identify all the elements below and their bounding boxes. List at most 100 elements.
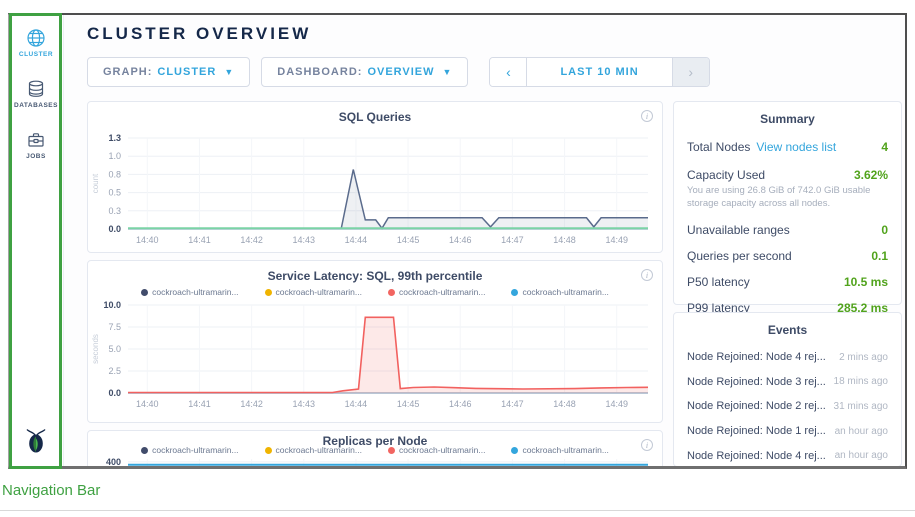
legend-dot-icon: [141, 289, 148, 296]
event-text: Node Rejoined: Node 4 rej...: [687, 351, 826, 363]
capacity-row: Capacity Used 3.62%: [687, 168, 888, 182]
replicas-chart-panel: Replicas per Node i cockroach-ultramarin…: [87, 430, 663, 469]
summary-row: Unavailable ranges 0: [687, 223, 888, 237]
legend-dot-icon: [388, 447, 395, 454]
svg-text:400: 400: [106, 457, 121, 467]
svg-text:2.5: 2.5: [108, 366, 121, 376]
svg-text:14:43: 14:43: [293, 399, 316, 409]
sql-queries-chart: 0.00.30.50.81.01.314:4014:4114:4214:4314…: [88, 126, 660, 248]
event-time: 18 mins ago: [834, 376, 888, 387]
legend-label: cockroach-ultramarin...: [276, 445, 362, 455]
globe-icon: [26, 28, 46, 48]
legend-label: cockroach-ultramarin...: [399, 287, 485, 297]
event-text: Node Rejoined: Node 3 rej...: [687, 376, 826, 388]
info-icon[interactable]: i: [641, 110, 653, 122]
svg-text:14:47: 14:47: [501, 399, 524, 409]
legend-dot-icon: [388, 289, 395, 296]
event-row[interactable]: Node Rejoined: Node 3 rej... 18 mins ago: [687, 370, 888, 395]
controls-row: GRAPH: CLUSTER ▼ DASHBOARD: OVERVIEW ▼ ‹…: [87, 57, 905, 87]
time-next-button[interactable]: ›: [672, 58, 709, 86]
svg-text:14:42: 14:42: [240, 399, 263, 409]
event-time: an hour ago: [835, 450, 888, 461]
legend-item[interactable]: cockroach-ultramarin...: [511, 445, 608, 455]
info-icon[interactable]: i: [641, 269, 653, 281]
app-window: CLUSTER DATABASES: [8, 13, 907, 469]
svg-text:7.5: 7.5: [108, 322, 121, 332]
briefcase-icon: [26, 130, 46, 150]
chart-title: Replicas per Node: [88, 431, 662, 445]
annotation-caption: Navigation Bar: [2, 482, 100, 499]
dashboard-content: SQL Queries i 0.00.30.50.81.01.314:4014:…: [87, 101, 905, 469]
svg-text:14:44: 14:44: [345, 235, 368, 245]
info-icon[interactable]: i: [641, 439, 653, 451]
legend-item[interactable]: cockroach-ultramarin...: [265, 287, 362, 297]
svg-text:14:44: 14:44: [345, 399, 368, 409]
service-latency-chart-panel: Service Latency: SQL, 99th percentile i …: [87, 260, 663, 423]
cockroachdb-logo[interactable]: [22, 428, 50, 459]
legend-dot-icon: [141, 447, 148, 454]
total-nodes-row: Total NodesView nodes list 4: [687, 140, 888, 154]
dashboard-dropdown[interactable]: DASHBOARD: OVERVIEW ▼: [261, 57, 468, 87]
legend-item[interactable]: cockroach-ultramarin...: [388, 445, 485, 455]
legend-item[interactable]: cockroach-ultramarin...: [141, 287, 238, 297]
sidebar-item-jobs[interactable]: JOBS: [26, 130, 46, 160]
graph-dropdown[interactable]: GRAPH: CLUSTER ▼: [87, 57, 250, 87]
svg-text:count: count: [91, 173, 100, 193]
legend-item[interactable]: cockroach-ultramarin...: [511, 287, 608, 297]
capacity-label: Capacity Used: [687, 168, 765, 182]
capacity-value: 3.62%: [854, 168, 888, 182]
charts-column: SQL Queries i 0.00.30.50.81.01.314:4014:…: [87, 101, 663, 469]
chevron-down-icon: ▼: [443, 67, 453, 77]
database-icon: [26, 79, 46, 99]
events-title: Events: [687, 313, 888, 337]
svg-text:14:41: 14:41: [188, 235, 211, 245]
summary-row: Queries per second 0.1: [687, 249, 888, 263]
svg-text:14:49: 14:49: [605, 235, 628, 245]
legend-dot-icon: [265, 289, 272, 296]
time-prev-button[interactable]: ‹: [490, 58, 527, 86]
svg-text:0.5: 0.5: [108, 188, 121, 198]
legend-dot-icon: [511, 447, 518, 454]
legend-label: cockroach-ultramarin...: [276, 287, 362, 297]
events-panel: Events Node Rejoined: Node 4 rej... 2 min…: [673, 312, 902, 467]
svg-text:14:46: 14:46: [449, 399, 472, 409]
svg-text:14:49: 14:49: [605, 399, 628, 409]
sidebar-item-databases[interactable]: DATABASES: [14, 79, 58, 109]
time-range-label[interactable]: LAST 10 MIN: [527, 58, 671, 86]
svg-text:14:46: 14:46: [449, 235, 472, 245]
view-nodes-link[interactable]: View nodes list: [756, 140, 836, 154]
svg-text:14:47: 14:47: [501, 235, 524, 245]
event-row[interactable]: Node Rejoined: Node 4 rej...an hour ago: [687, 443, 888, 467]
event-time: 2 mins ago: [839, 352, 888, 363]
legend-label: cockroach-ultramarin...: [399, 445, 485, 455]
event-row[interactable]: Node Rejoined: Node 2 rej...31 mins ago: [687, 394, 888, 419]
svg-text:1.3: 1.3: [108, 133, 121, 143]
svg-text:14:48: 14:48: [553, 399, 576, 409]
service-latency-chart: 0.02.55.07.510.014:4014:4114:4214:4314:4…: [88, 299, 660, 413]
dashboard-dropdown-value: OVERVIEW: [367, 66, 434, 78]
sidebar-item-label: DATABASES: [14, 102, 58, 109]
event-row[interactable]: Node Rejoined: Node 4 rej... 2 mins ago: [687, 345, 888, 370]
legend-dot-icon: [265, 447, 272, 454]
legend-item[interactable]: cockroach-ultramarin...: [141, 445, 238, 455]
dashboard-dropdown-label: DASHBOARD:: [277, 66, 362, 78]
legend-item[interactable]: cockroach-ultramarin...: [265, 445, 362, 455]
cockroach-bug-icon: [22, 428, 50, 454]
total-nodes-value: 4: [881, 140, 888, 154]
sidebar-item-label: CLUSTER: [19, 51, 53, 58]
legend-item[interactable]: cockroach-ultramarin...: [388, 287, 485, 297]
chart-title: SQL Queries: [88, 102, 662, 126]
legend-dot-icon: [511, 289, 518, 296]
svg-text:0.0: 0.0: [108, 388, 121, 398]
navigation-bar: CLUSTER DATABASES: [9, 15, 64, 466]
chevron-down-icon: ▼: [224, 67, 234, 77]
time-window-selector: ‹ LAST 10 MIN ›: [489, 57, 709, 87]
event-time: an hour ago: [835, 426, 888, 437]
summary-title: Summary: [687, 102, 888, 126]
svg-text:1.0: 1.0: [108, 151, 121, 161]
summary-panel: Summary Total NodesView nodes list 4 Cap…: [673, 101, 902, 305]
graph-dropdown-label: GRAPH:: [103, 66, 152, 78]
sidebar-item-cluster[interactable]: CLUSTER: [19, 28, 53, 58]
sql-queries-chart-panel: SQL Queries i 0.00.30.50.81.01.314:4014:…: [87, 101, 663, 253]
event-row[interactable]: Node Rejoined: Node 1 rej...an hour ago: [687, 419, 888, 444]
